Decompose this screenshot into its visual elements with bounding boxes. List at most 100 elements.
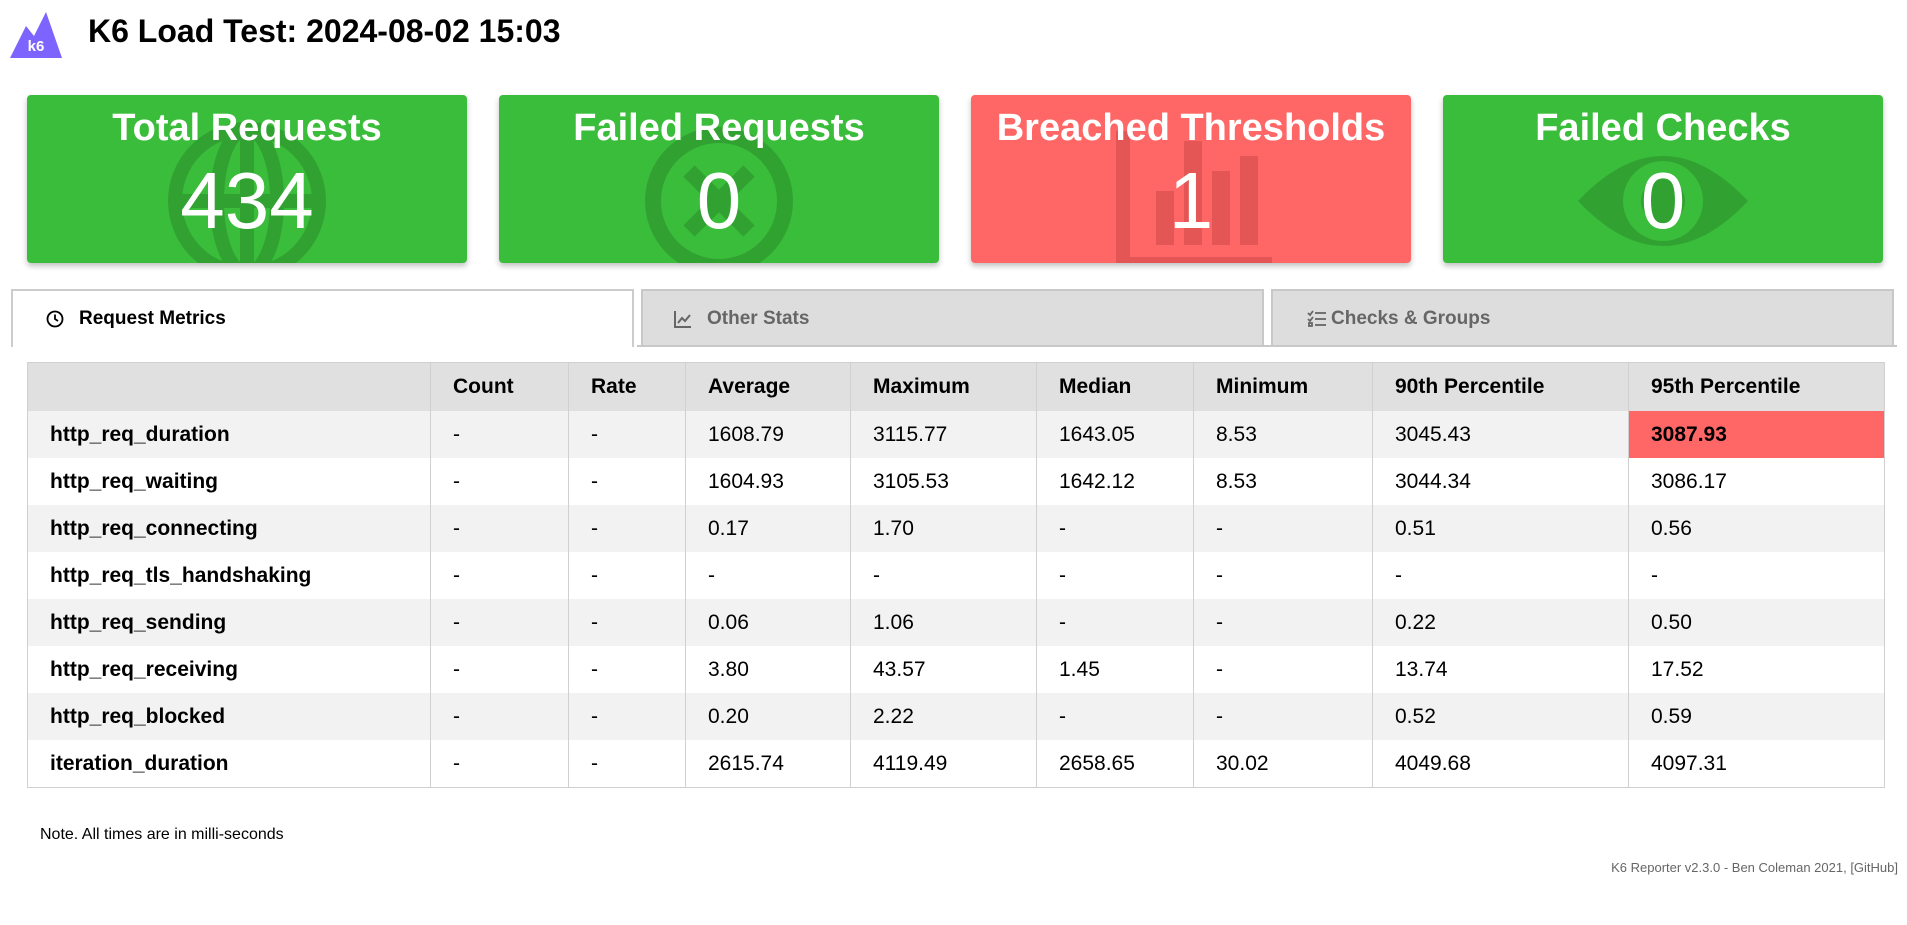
- metric-value: 30.02: [1193, 740, 1373, 788]
- metric-value: -: [430, 646, 569, 693]
- metric-value: 0.56: [1628, 505, 1885, 552]
- metric-value: -: [1193, 646, 1373, 693]
- tab-divider: [637, 345, 1897, 347]
- metric-value: -: [1193, 552, 1373, 599]
- metric-value: 0.20: [685, 693, 851, 740]
- metric-value: 1608.79: [685, 411, 851, 458]
- metric-value: -: [1193, 505, 1373, 552]
- github-link[interactable]: [GitHub]: [1850, 860, 1898, 875]
- tab-bar: Request Metrics Other Stats Checks & Gro…: [11, 289, 1897, 347]
- card-title: Failed Requests: [573, 107, 865, 149]
- table-header-row: Count Rate Average Maximum Median Minimu…: [27, 362, 1885, 411]
- logo-text: k6: [28, 38, 45, 55]
- metric-value: 1.06: [850, 599, 1037, 646]
- metric-name: http_req_sending: [27, 599, 431, 646]
- metric-value: -: [568, 693, 686, 740]
- column-header: Minimum: [1193, 362, 1373, 411]
- metric-value: -: [430, 505, 569, 552]
- metric-value: 13.74: [1372, 646, 1629, 693]
- metric-value: -: [1036, 693, 1194, 740]
- metric-value: -: [1372, 552, 1629, 599]
- table-row: iteration_duration - -2615.74 4119.49 2658.6…: [27, 740, 1885, 788]
- metric-value: 4119.49: [850, 740, 1037, 788]
- column-header: Maximum: [850, 362, 1037, 411]
- metric-value: -: [568, 740, 686, 788]
- metric-value: 0.06: [685, 599, 851, 646]
- table-body: http_req_duration - -1608.79 3115.77 1643.05…: [27, 411, 1885, 788]
- column-header: 95th Percentile: [1628, 362, 1885, 411]
- metric-value: 8.53: [1193, 411, 1373, 458]
- tab-checks-groups[interactable]: Checks & Groups: [1271, 289, 1894, 345]
- metric-value: 0.17: [685, 505, 851, 552]
- metric-value: 1.70: [850, 505, 1037, 552]
- metric-value: -: [430, 740, 569, 788]
- metric-value: 1.45: [1036, 646, 1194, 693]
- footer: K6 Reporter v2.3.0 - Ben Coleman 2021, […: [1611, 860, 1898, 875]
- page-title: K6 Load Test: 2024-08-02 15:03: [88, 13, 561, 49]
- metric-value: -: [568, 505, 686, 552]
- metric-value: -: [568, 458, 686, 505]
- metric-value: 3045.43: [1372, 411, 1629, 458]
- table-row: http_req_connecting - -0.17 1.70- -0.51 0.56: [27, 505, 1885, 552]
- request-metrics-panel: Count Rate Average Maximum Median Minimu…: [27, 362, 1885, 788]
- card-value: 434: [180, 156, 314, 245]
- metric-name: http_req_blocked: [27, 693, 431, 740]
- metric-value: 2615.74: [685, 740, 851, 788]
- metric-value: 0.52: [1372, 693, 1629, 740]
- card-title: Breached Thresholds: [996, 107, 1386, 149]
- metric-value: -: [685, 552, 851, 599]
- metric-name: http_req_waiting: [27, 458, 431, 505]
- metric-value: -: [1193, 599, 1373, 646]
- clock-icon: [46, 310, 64, 328]
- table-row: http_req_waiting - -1604.93 3105.53 1642.12 8…: [27, 458, 1885, 505]
- metric-value: 43.57: [850, 646, 1037, 693]
- tab-label: Checks & Groups: [1331, 308, 1491, 329]
- metric-value: -: [568, 646, 686, 693]
- tab-other-stats[interactable]: Other Stats: [641, 289, 1264, 345]
- column-header: Median: [1036, 362, 1194, 411]
- metric-value: 1642.12: [1036, 458, 1194, 505]
- card-title: Total Requests: [112, 107, 382, 149]
- metric-value: -: [568, 599, 686, 646]
- k6-logo: k6: [10, 12, 62, 58]
- metric-value: 2658.65: [1036, 740, 1194, 788]
- metric-name: http_req_duration: [27, 411, 431, 458]
- metric-value: 3086.17: [1628, 458, 1885, 505]
- tab-request-metrics[interactable]: Request Metrics: [11, 289, 634, 347]
- header: k6 K6 Load Test: 2024-08-02 15:03: [0, 0, 1907, 70]
- metric-value: 0.50: [1628, 599, 1885, 646]
- metric-value: -: [568, 552, 686, 599]
- metric-value: 4097.31: [1628, 740, 1885, 788]
- metric-value: 3115.77: [850, 411, 1037, 458]
- metric-value: -: [430, 411, 569, 458]
- metric-value: -: [1036, 599, 1194, 646]
- metric-value: 8.53: [1193, 458, 1373, 505]
- metric-value: 3.80: [685, 646, 851, 693]
- failed-checks-card: Failed Checks 0: [1443, 95, 1883, 263]
- breached-metric-value: 3087.93: [1628, 411, 1885, 458]
- metric-value: -: [850, 552, 1037, 599]
- metric-value: 3044.34: [1372, 458, 1629, 505]
- metric-value: -: [1628, 552, 1885, 599]
- table-row: http_req_sending - -0.06 1.06- -0.22 0.50: [27, 599, 1885, 646]
- metric-value: -: [568, 411, 686, 458]
- table-row: http_req_blocked - -0.20 2.22- -0.52 0.59: [27, 693, 1885, 740]
- metric-value: 3105.53: [850, 458, 1037, 505]
- metric-value: -: [1193, 693, 1373, 740]
- metric-value: 0.51: [1372, 505, 1629, 552]
- card-value: 0: [1640, 156, 1686, 245]
- metric-name: http_req_tls_handshaking: [27, 552, 431, 599]
- column-header: Rate: [568, 362, 686, 411]
- metric-name: iteration_duration: [27, 740, 431, 788]
- metric-value: -: [430, 599, 569, 646]
- metric-value: 1604.93: [685, 458, 851, 505]
- table-row: http_req_receiving - -3.80 43.57 1.45-13.74 1…: [27, 646, 1885, 693]
- metric-value: 2.22: [850, 693, 1037, 740]
- column-header: Average: [685, 362, 851, 411]
- total-requests-card: Total Requests 434: [27, 95, 467, 263]
- column-header: Count: [430, 362, 569, 411]
- metric-name: http_req_connecting: [27, 505, 431, 552]
- metric-name: http_req_receiving: [27, 646, 431, 693]
- table-row: http_req_tls_handshaking - - - - - - - -: [27, 552, 1885, 599]
- checklist-icon: [1307, 310, 1326, 327]
